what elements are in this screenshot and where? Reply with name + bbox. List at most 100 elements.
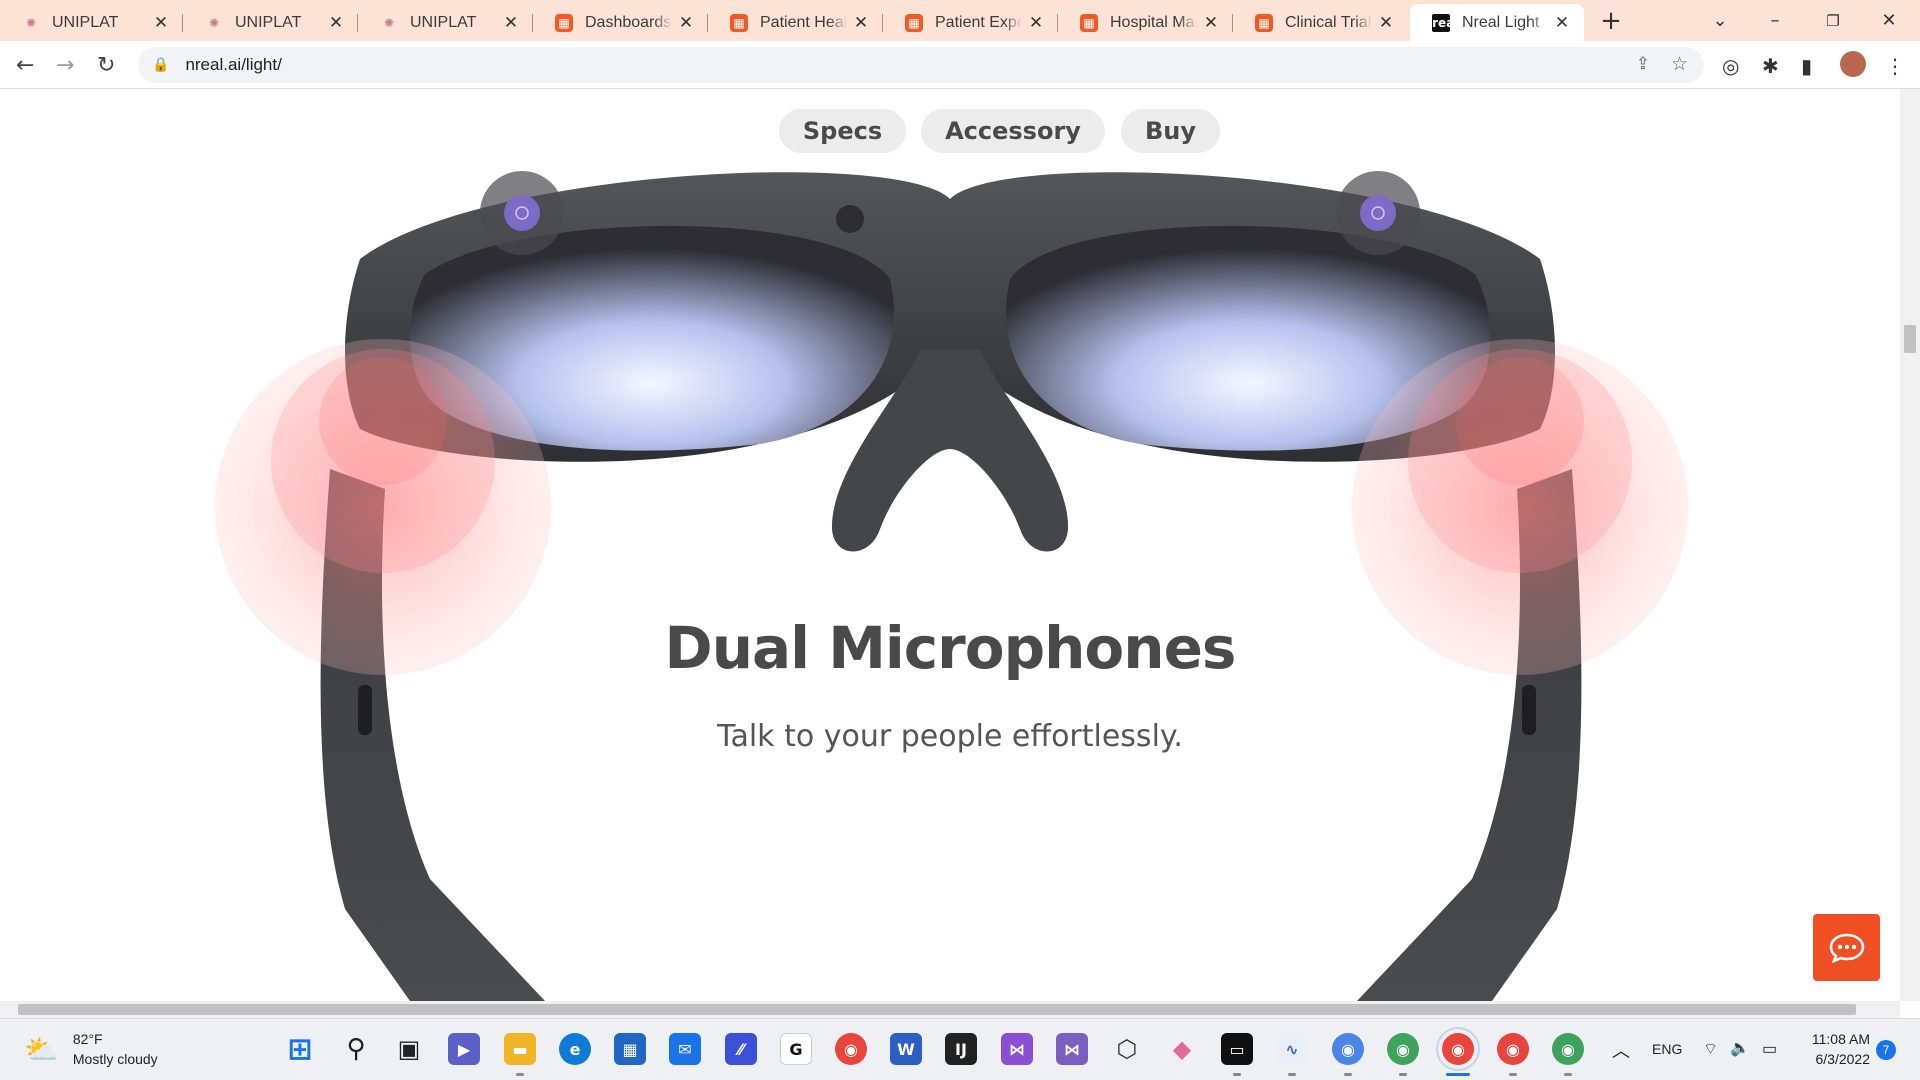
monitor-chart-icon[interactable]: ∿ [1276, 1033, 1308, 1065]
tab-title: Clinical Trials D [1285, 13, 1372, 31]
back-icon[interactable]: ← [16, 53, 34, 78]
close-icon[interactable]: ✕ [1378, 13, 1394, 33]
window-close-icon[interactable]: ✕ [1866, 0, 1912, 41]
avatar[interactable] [1840, 51, 1866, 77]
power-automate-icon[interactable]: ⁄⁄ [725, 1033, 757, 1065]
close-icon[interactable]: ✕ [1554, 13, 1570, 33]
battery-icon[interactable]: ▭ [1762, 1039, 1777, 1059]
uniplat-icon: ✺ [208, 15, 220, 30]
web-page: Specs Accessory Buy Dual Microphones Tal… [0, 89, 1900, 1001]
tab-title: UNIPLAT [52, 13, 119, 31]
orange-app-icon: ▦ [555, 13, 573, 32]
tab-clinical-trials[interactable]: ▦ Clinical Trials D ✕ [1233, 4, 1408, 41]
chrome-icon[interactable]: ◉ [835, 1033, 867, 1065]
tab-patient-experience[interactable]: ▦ Patient Experie ✕ [883, 4, 1058, 41]
tab-title: UNIPLAT [410, 13, 477, 31]
weather-temp: 82°F [72, 1031, 103, 1047]
nav-accessory-button[interactable]: Accessory [921, 109, 1105, 153]
tab-title: Patient Health [760, 13, 847, 31]
tab-uniplat-3[interactable]: ✺ UNIPLAT ✕ [358, 4, 533, 41]
address-bar[interactable]: 🔒 nreal.ai/light/ ⇪ ☆ [138, 47, 1704, 83]
visual-studio-2-icon[interactable]: ⋈ [1056, 1033, 1088, 1065]
kebab-menu-icon[interactable]: ⋮ [1885, 54, 1905, 78]
tab-uniplat-2[interactable]: ✺ UNIPLAT ✕ [183, 4, 358, 41]
forward-icon[interactable]: → [56, 53, 74, 78]
close-icon[interactable]: ✕ [503, 13, 519, 33]
search-icon[interactable]: ⚲ [340, 1033, 372, 1065]
url-text[interactable]: nreal.ai/light/ [185, 55, 281, 75]
ar-glasses-illustration [215, 171, 1688, 1001]
running-indicator [516, 1073, 524, 1076]
terminal-icon[interactable]: ▭ [1221, 1033, 1253, 1065]
clock-date[interactable]: 6/3/2022 [1806, 1051, 1871, 1067]
store-icon[interactable]: ▦ [614, 1033, 646, 1065]
tab-title: UNIPLAT [235, 13, 302, 31]
tab-nreal-light[interactable]: nreal Nreal Light ✕ [1410, 4, 1584, 41]
running-indicator [1344, 1073, 1352, 1076]
g-app-icon[interactable]: G [780, 1033, 812, 1065]
close-icon[interactable]: ✕ [1203, 13, 1219, 33]
visual-studio-icon[interactable]: ⋈ [1001, 1033, 1033, 1065]
extension-icon[interactable]: ◎ [1722, 54, 1739, 78]
tab-dashboards[interactable]: ▦ Dashboards - I ✕ [533, 4, 708, 41]
share-icon[interactable]: ⇪ [1636, 54, 1650, 74]
restore-icon[interactable]: ❐ [1810, 0, 1856, 41]
vertical-scrollbar[interactable] [1900, 89, 1920, 1001]
tab-hospital-management[interactable]: ▦ Hospital Mana ✕ [1058, 4, 1233, 41]
running-indicator [1564, 1073, 1572, 1076]
volume-icon[interactable]: 🔈 [1730, 1038, 1750, 1058]
puzzle-icon[interactable]: ✱ [1762, 54, 1779, 78]
chevron-up-icon[interactable]: ︿ [1612, 1037, 1630, 1063]
minimize-icon[interactable]: – [1752, 0, 1798, 41]
close-icon[interactable]: ✕ [1028, 13, 1044, 33]
edge-icon[interactable]: e [559, 1033, 591, 1065]
notification-badge[interactable]: 7 [1876, 1040, 1896, 1060]
close-icon[interactable]: ✕ [678, 13, 694, 33]
horizontal-scrollbar-thumb[interactable] [18, 1004, 1856, 1015]
orange-app-icon: ▦ [1080, 13, 1098, 32]
tab-title: Nreal Light [1462, 13, 1540, 31]
tab-title: Patient Experie [935, 13, 1022, 31]
word-icon[interactable]: W [890, 1033, 922, 1065]
lock-icon[interactable]: 🔒 [152, 57, 169, 73]
close-icon[interactable]: ✕ [328, 13, 344, 33]
intellij-icon[interactable]: IJ [945, 1033, 977, 1065]
file-explorer-icon[interactable]: ▬ [504, 1033, 536, 1065]
tab-title: Dashboards - I [585, 13, 672, 31]
wifi-icon[interactable]: ⌔ [1703, 1039, 1718, 1059]
taskbar: ⛅ 82°F Mostly cloudy ⊞ ⚲ ▣ ▶ ▬ e ▦ ✉ ⁄⁄ … [0, 1018, 1920, 1080]
orange-app-icon: ▦ [730, 13, 748, 32]
chat-button[interactable] [1813, 914, 1880, 981]
new-tab-button[interactable]: + [1594, 0, 1628, 41]
left-microphone-core [319, 357, 447, 485]
browser-toolbar: ← → ↻ 🔒 nreal.ai/light/ ⇪ ☆ ◎ ✱ ▮ ⋮ [0, 41, 1920, 89]
tab-uniplat-1[interactable]: ✺ UNIPLAT ✕ [0, 4, 183, 41]
uniplat-icon: ✺ [25, 15, 37, 30]
close-icon[interactable]: ✕ [853, 13, 869, 33]
weather-widget[interactable]: ⛅ 82°F Mostly cloudy [24, 1029, 158, 1069]
start-icon[interactable]: ⊞ [284, 1032, 316, 1067]
nav-specs-button[interactable]: Specs [779, 109, 906, 153]
mail-icon[interactable]: ✉ [669, 1033, 701, 1065]
language-indicator[interactable]: ENG [1652, 1041, 1682, 1057]
chrome-profile-4-icon[interactable]: ◉ [1552, 1033, 1584, 1065]
tab-patient-health[interactable]: ▦ Patient Health ✕ [708, 4, 883, 41]
tab-search-icon[interactable]: ⌄ [1700, 0, 1740, 41]
side-panel-icon[interactable]: ▮ [1801, 54, 1812, 78]
reload-icon[interactable]: ↻ [97, 53, 115, 78]
vertical-scrollbar-thumb[interactable] [1904, 325, 1916, 353]
task-view-icon[interactable]: ▣ [393, 1033, 425, 1065]
chrome-profile-3-icon[interactable]: ◉ [1497, 1033, 1529, 1065]
unity-icon[interactable]: ⬡ [1111, 1033, 1143, 1065]
right-microphone-core [1456, 357, 1584, 485]
bookmark-star-icon[interactable]: ☆ [1671, 53, 1688, 75]
chrome-profile-1-icon[interactable]: ◉ [1332, 1033, 1364, 1065]
chrome-profile-active-icon[interactable]: ◉ [1436, 1027, 1480, 1071]
teams-chat-icon[interactable]: ▶ [448, 1033, 480, 1065]
color-app-icon[interactable]: ◆ [1166, 1033, 1198, 1065]
nav-buy-button[interactable]: Buy [1121, 109, 1220, 153]
clock-time[interactable]: 11:08 AM [1806, 1031, 1870, 1047]
close-icon[interactable]: ✕ [153, 13, 169, 33]
chrome-profile-2-icon[interactable]: ◉ [1387, 1033, 1419, 1065]
running-indicator [1233, 1073, 1241, 1076]
